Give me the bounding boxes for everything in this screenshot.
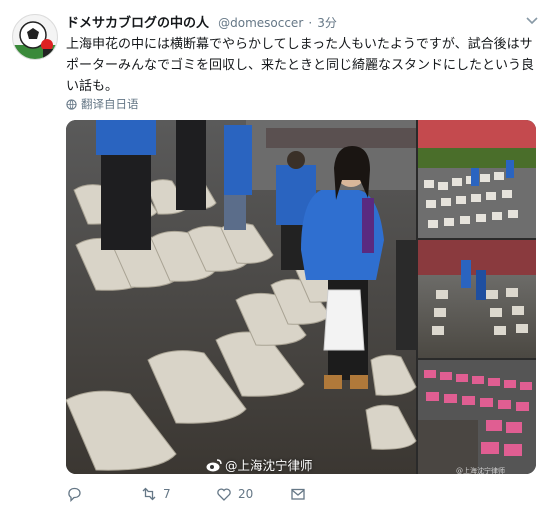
soccer-ball-avatar-icon <box>13 21 57 59</box>
reply-icon <box>68 487 81 502</box>
heart-icon <box>217 488 231 501</box>
small-watermark: @上海沈宁律师 <box>456 467 505 475</box>
chevron-down-icon[interactable] <box>525 16 539 26</box>
tweet-card[interactable]: ドメサカブログの中の人 @domesoccer · 3分 上海申花の中には横断幕… <box>0 0 559 518</box>
like-button[interactable]: 20 <box>216 486 253 502</box>
translate-link[interactable]: 翻译自日语 <box>66 96 139 112</box>
tweet-text: 上海申花の中には横断幕でやらかしてしまった人もいたようですが、試合後はサポーター… <box>66 37 535 94</box>
retweet-button[interactable]: 7 <box>141 486 171 502</box>
like-count: 20 <box>238 487 254 501</box>
direct-message-button[interactable] <box>290 486 306 502</box>
tweet-photo-collage[interactable] <box>66 120 536 474</box>
stadium-photo <box>66 120 536 474</box>
display-name[interactable]: ドメサカブログの中の人 <box>66 16 209 31</box>
tweet-header: ドメサカブログの中の人 @domesoccer · 3分 <box>66 12 519 32</box>
weibo-logo-icon <box>206 458 222 471</box>
translate-label: 翻译自日语 <box>81 97 139 111</box>
watermark-text: @上海沈宁律师 <box>225 458 313 473</box>
retweet-icon <box>142 487 156 501</box>
retweet-count: 7 <box>163 487 171 501</box>
avatar[interactable] <box>12 14 58 60</box>
reply-button[interactable] <box>66 486 88 502</box>
globe-icon <box>66 98 77 110</box>
image-watermark: @上海沈宁律师 <box>206 455 313 474</box>
timestamp[interactable]: 3分 <box>317 16 337 30</box>
envelope-icon <box>291 488 305 500</box>
action-bar: 7 20 <box>66 486 366 506</box>
user-handle[interactable]: @domesoccer <box>218 16 303 30</box>
separator-dot: · <box>308 16 313 30</box>
